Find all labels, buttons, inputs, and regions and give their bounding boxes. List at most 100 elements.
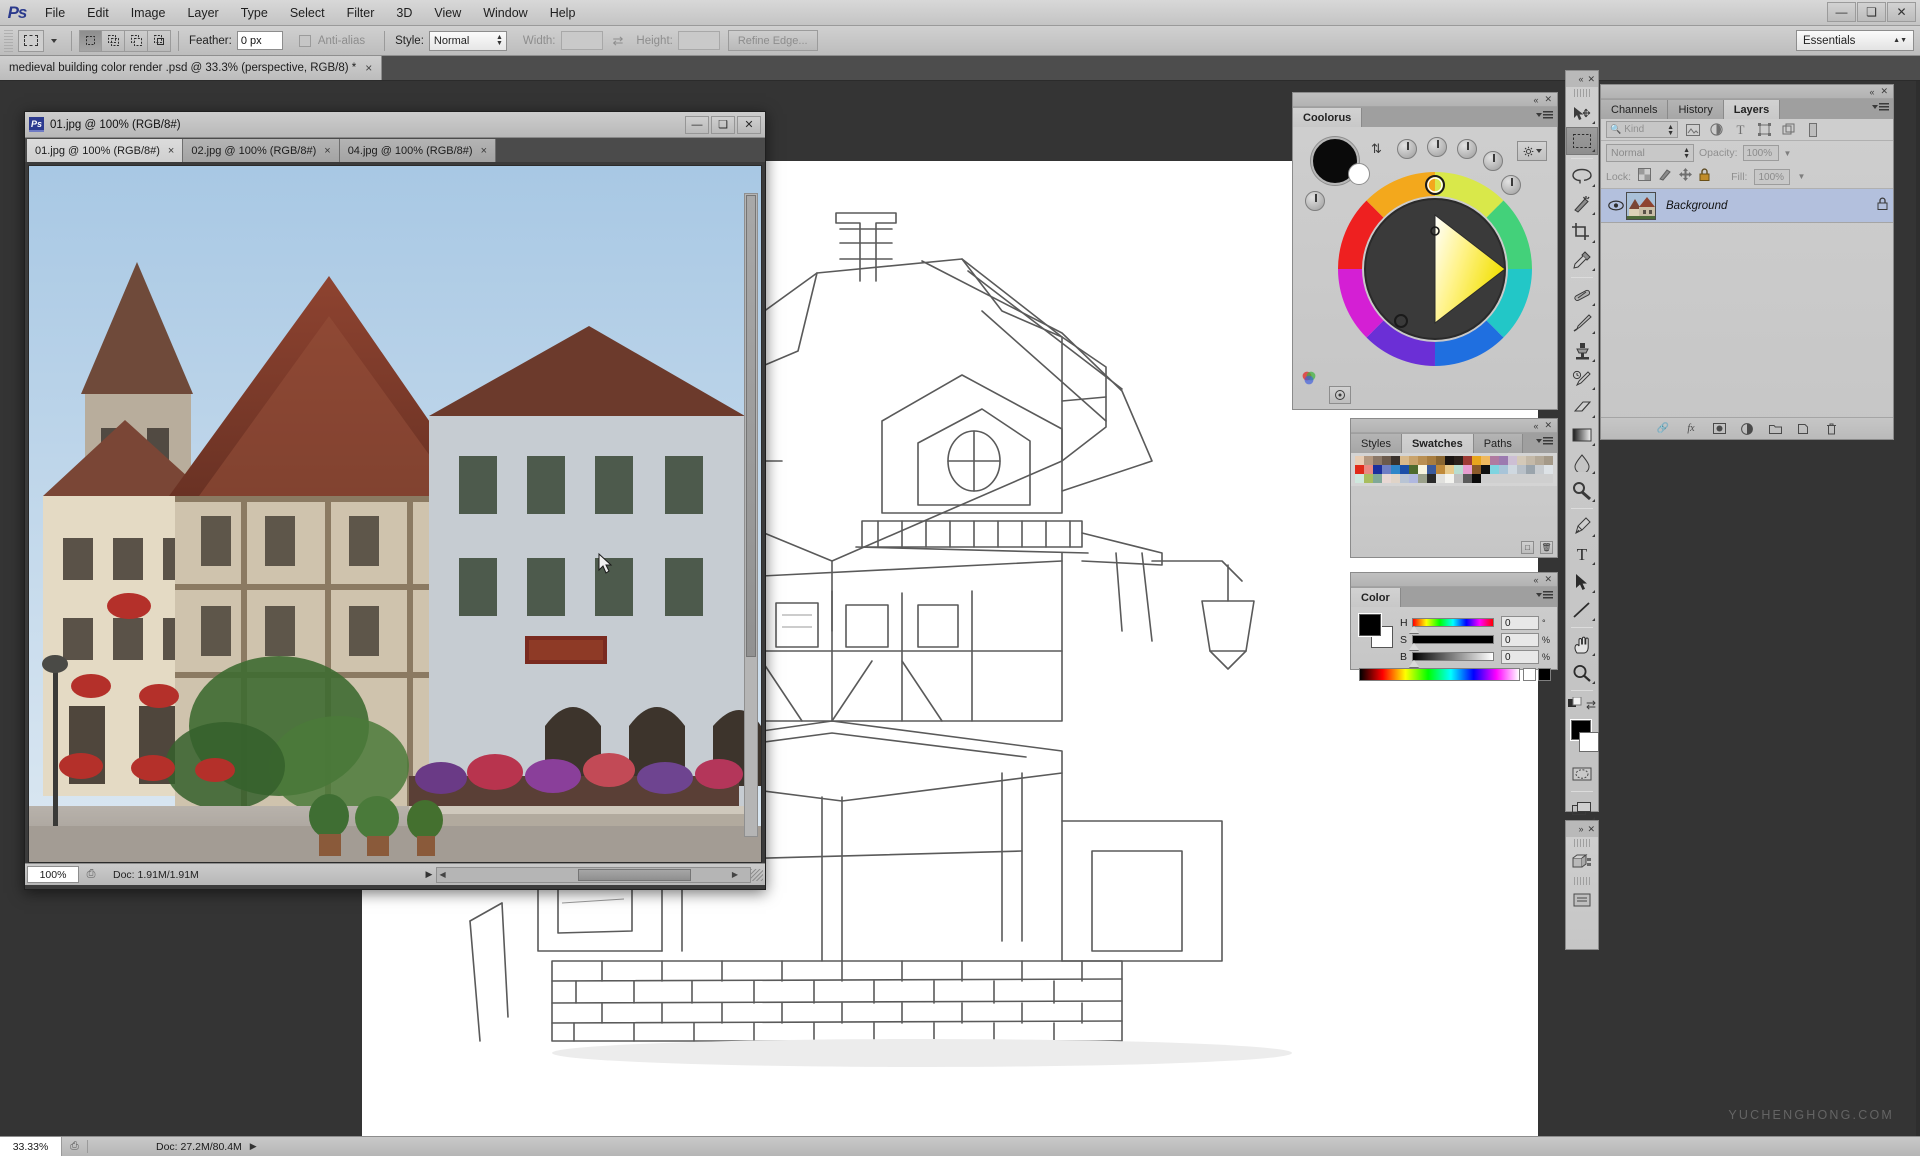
- coolorus-mode-icons[interactable]: [1301, 370, 1317, 386]
- swatch-cell[interactable]: [1508, 474, 1517, 483]
- swatch-cell[interactable]: [1391, 456, 1400, 465]
- swatch-cell[interactable]: [1508, 456, 1517, 465]
- blur-icon[interactable]: [1566, 449, 1598, 477]
- type-filter-icon[interactable]: T: [1731, 121, 1750, 138]
- mini-dock-grip[interactable]: [1574, 839, 1590, 847]
- style-select[interactable]: Normal ▲ ▼: [428, 30, 507, 51]
- floating-maximize-button[interactable]: ❏: [711, 115, 735, 134]
- coolorus-body[interactable]: ⇅: [1293, 127, 1557, 410]
- layer-name[interactable]: Background: [1666, 200, 1877, 212]
- swatch-cell[interactable]: [1526, 456, 1535, 465]
- workspace-switcher[interactable]: Essentials ▲▼: [1796, 30, 1914, 51]
- coolorus-knob-2[interactable]: [1427, 137, 1447, 157]
- dodge-icon[interactable]: [1566, 477, 1598, 505]
- color-slider-thumb[interactable]: [1409, 660, 1419, 667]
- close-icon[interactable]: ×: [324, 145, 330, 157]
- refine-edge-button[interactable]: Refine Edge...: [727, 30, 818, 51]
- collapse-icon[interactable]: «: [1869, 87, 1874, 97]
- swatch-cell[interactable]: [1409, 456, 1418, 465]
- mini-dock-grip-2[interactable]: [1574, 877, 1590, 885]
- screen-mode-icon[interactable]: [1566, 795, 1598, 823]
- new-fill-adjustment-icon[interactable]: [1740, 421, 1755, 436]
- swatch-cell[interactable]: [1418, 465, 1427, 474]
- close-icon[interactable]: ✕: [1587, 74, 1595, 85]
- document-info-icon[interactable]: ⎙: [62, 1140, 88, 1153]
- color-slider-track-H[interactable]: [1409, 618, 1494, 633]
- opacity-chevron-down-icon[interactable]: ▼: [1784, 149, 1792, 158]
- color-slider-track-S[interactable]: [1409, 635, 1494, 650]
- shape-filter-icon[interactable]: [1755, 121, 1774, 138]
- scrollbar-thumb[interactable]: [578, 868, 691, 881]
- tab-layers[interactable]: Layers: [1723, 100, 1781, 119]
- status-expand-arrow-icon[interactable]: ▶: [426, 869, 437, 880]
- swatch-cell[interactable]: [1400, 474, 1409, 483]
- swatch-cell[interactable]: [1508, 465, 1517, 474]
- 3d-panel-icon[interactable]: [1566, 849, 1598, 875]
- layer-visibility-icon[interactable]: [1606, 200, 1626, 211]
- brush-icon[interactable]: [1566, 309, 1598, 337]
- rectangular-marquee-icon[interactable]: [18, 29, 44, 52]
- eyedropper-icon[interactable]: [1566, 246, 1598, 274]
- swatch-cell[interactable]: [1373, 456, 1382, 465]
- layer-style-icon[interactable]: fx: [1684, 421, 1699, 436]
- document-tab[interactable]: medieval building color render .psd @ 33…: [0, 56, 383, 80]
- layers-panel-menu[interactable]: [1872, 103, 1889, 111]
- swatch-cell[interactable]: [1526, 474, 1535, 483]
- pen-icon[interactable]: [1566, 512, 1598, 540]
- healing-brush-icon[interactable]: [1566, 281, 1598, 309]
- restore-button[interactable]: ❏: [1857, 2, 1886, 22]
- close-icon[interactable]: ✕: [1544, 574, 1552, 585]
- opacity-input[interactable]: 100%: [1742, 145, 1779, 161]
- swatch-cell[interactable]: [1427, 465, 1436, 474]
- subtract-from-selection-button[interactable]: [125, 29, 148, 52]
- swap-dimensions-icon[interactable]: ⇄: [613, 33, 624, 49]
- add-to-selection-button[interactable]: [102, 29, 125, 52]
- fill-input[interactable]: 100%: [1754, 168, 1791, 185]
- expand-icon[interactable]: »: [1578, 824, 1583, 834]
- floating-zoom-field[interactable]: 100%: [27, 866, 79, 883]
- swatch-cell[interactable]: [1400, 456, 1409, 465]
- swatch-cell[interactable]: [1445, 474, 1454, 483]
- coolorus-knob-4[interactable]: [1483, 151, 1503, 171]
- color-slider-track-B[interactable]: [1409, 652, 1494, 667]
- swatch-cell[interactable]: [1364, 456, 1373, 465]
- swatch-cell[interactable]: [1391, 465, 1400, 474]
- close-icon[interactable]: ×: [481, 145, 487, 157]
- intersect-selection-button[interactable]: [148, 29, 171, 52]
- adjustment-filter-icon[interactable]: [1707, 121, 1726, 138]
- swatch-cell[interactable]: [1472, 456, 1481, 465]
- swatch-cell[interactable]: [1490, 456, 1499, 465]
- document-info-icon[interactable]: ⎙: [79, 868, 103, 881]
- floating-minimize-button[interactable]: —: [685, 115, 709, 134]
- new-layer-icon[interactable]: [1796, 421, 1811, 436]
- swatch-cell[interactable]: [1499, 474, 1508, 483]
- color-panel-menu[interactable]: [1536, 591, 1553, 599]
- swap-colors-icon[interactable]: ⇅: [1371, 141, 1382, 157]
- swatch-grid[interactable]: [1351, 453, 1557, 486]
- feather-input[interactable]: 0 px: [236, 31, 283, 50]
- floating-image-window[interactable]: Ps 01.jpg @ 100% (RGB/8#) — ❏ ✕ 01.jpg @…: [24, 111, 766, 890]
- delete-layer-icon[interactable]: [1824, 421, 1839, 436]
- color-slider-thumb[interactable]: [1409, 643, 1419, 650]
- swatch-cell[interactable]: [1517, 456, 1526, 465]
- swatch-cell[interactable]: [1535, 474, 1544, 483]
- swatch-cell[interactable]: [1535, 465, 1544, 474]
- color-value-input-S[interactable]: 0: [1501, 632, 1539, 647]
- coolorus-color-wheel[interactable]: [1335, 169, 1535, 369]
- horizontal-type-icon[interactable]: T: [1566, 540, 1598, 568]
- swatch-cell[interactable]: [1427, 456, 1436, 465]
- close-button[interactable]: ✕: [1887, 2, 1916, 22]
- layer-mask-icon[interactable]: [1712, 421, 1727, 436]
- close-icon[interactable]: ✕: [1880, 86, 1888, 97]
- swatch-cell[interactable]: [1544, 456, 1553, 465]
- fill-chevron-down-icon[interactable]: ▼: [1797, 172, 1805, 181]
- menu-item-select[interactable]: Select: [279, 0, 336, 26]
- swatch-cell[interactable]: [1526, 465, 1535, 474]
- menu-item-3d[interactable]: 3D: [385, 0, 423, 26]
- floating-tab-3[interactable]: 04.jpg @ 100% (RGB/8#) ×: [339, 139, 497, 162]
- spectrum-bar[interactable]: [1359, 668, 1520, 681]
- coolorus-harmony-button[interactable]: [1329, 386, 1351, 404]
- delete-swatch-icon[interactable]: 🗑: [1540, 541, 1553, 554]
- collapse-icon[interactable]: «: [1533, 421, 1538, 431]
- swatch-cell[interactable]: [1382, 465, 1391, 474]
